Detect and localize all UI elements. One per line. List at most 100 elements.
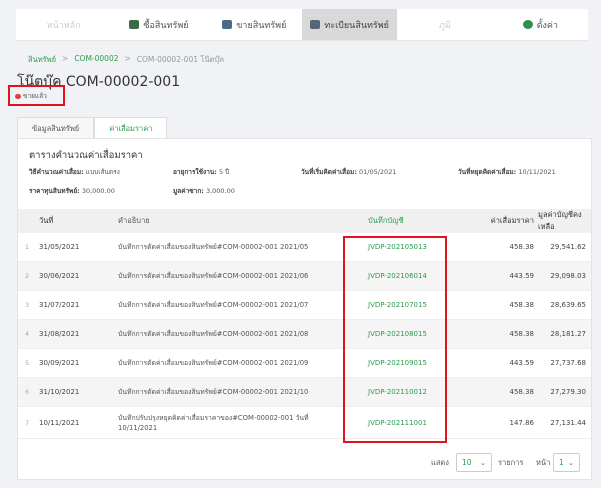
row-index: 5: [25, 359, 30, 367]
row-date: 30/09/2021: [39, 359, 80, 367]
table-row: 5 30/09/2021 บันทึกการตัดค่าเสื่อมของสิน…: [18, 349, 591, 378]
page-value: 1: [559, 458, 564, 467]
life-value: 5 ปี: [218, 168, 230, 176]
nav-settings[interactable]: ตั้งค่า: [493, 9, 588, 40]
method-label: วิธีคำนวณค่าเสื่อม:: [29, 168, 84, 176]
nav-asset-register[interactable]: ทะเบียนสินทรัพย์: [301, 9, 398, 40]
nav-faded-label: ภูมิ: [439, 20, 451, 31]
salvage-value: 3,000.00: [205, 187, 235, 195]
highlight-box-status: [8, 85, 65, 106]
row-date: 30/06/2021: [39, 272, 80, 280]
row-depreciation: 458.38: [509, 243, 535, 251]
row-description: บันทึกการตัดค่าเสื่อมของสินทรัพย์#COM-00…: [118, 243, 309, 251]
row-description: บันทึกการตัดค่าเสื่อมของสินทรัพย์#COM-00…: [118, 301, 309, 309]
breadcrumb-root[interactable]: สินทรัพย์: [28, 54, 56, 66]
row-book-value: 27,737.68: [550, 359, 586, 367]
nav-sell-label: ขายสินทรัพย์: [236, 20, 287, 31]
breadcrumb: สินทรัพย์ > COM-00002 > COM-00002-001 โน…: [28, 54, 224, 66]
row-index: 4: [25, 330, 30, 338]
cost-label: ราคาทุนสินทรัพย์:: [29, 187, 80, 195]
row-index: 7: [25, 418, 30, 427]
salvage-label: มูลค่าซาก:: [173, 187, 204, 195]
table-row: 3 31/07/2021 บันทึกการตัดค่าเสื่อมของสิน…: [18, 291, 591, 320]
row-book-value: 29,541.62: [550, 243, 586, 251]
cost-value: 30,000.00: [81, 187, 115, 195]
breadcrumb-parent[interactable]: COM-00002: [74, 54, 118, 66]
row-depreciation: 458.38: [509, 330, 535, 338]
row-date: 31/05/2021: [39, 243, 80, 251]
header-description: คำอธิบาย: [118, 216, 150, 225]
nav-home-label: หน้าหลัก: [46, 20, 81, 31]
row-depreciation: 443.59: [509, 272, 535, 280]
row-depreciation: 458.38: [509, 388, 535, 396]
info-salvage: มูลค่าซาก: 3,000.00: [173, 186, 235, 196]
page-select[interactable]: 1 ⌄: [553, 453, 580, 472]
info-start: วันที่เริ่มคิดค่าเสื่อม: 01/05/2021: [301, 167, 396, 177]
tab-asset-info[interactable]: ข้อมูลสินทรัพย์: [17, 117, 95, 139]
tab-depreciation[interactable]: ค่าเสื่อมราคา: [94, 117, 168, 139]
nav-sell-asset[interactable]: ขายสินทรัพย์: [207, 9, 302, 40]
nav-buy-label: ซื้อสินทรัพย์: [143, 20, 189, 31]
chevron-down-icon: ⌄: [480, 458, 486, 467]
tab-bar: ข้อมูลสินทรัพย์ ค่าเสื่อมราคา: [17, 117, 168, 139]
row-index: 3: [25, 301, 30, 309]
row-date: 10/11/2021: [39, 418, 80, 427]
items-label: รายการ: [498, 458, 524, 467]
nav-home[interactable]: หน้าหลัก: [16, 9, 111, 40]
settings-icon: [522, 20, 533, 29]
row-index: 6: [25, 388, 30, 396]
breadcrumb-separator: >: [124, 54, 131, 63]
depreciation-card: ตารางคำนวณค่าเสื่อมราคา วิธีคำนวณค่าเสื่…: [17, 138, 592, 480]
register-icon: [310, 20, 321, 29]
row-book-value: 27,131.44: [550, 418, 586, 427]
breadcrumb-separator: >: [62, 54, 69, 63]
sell-icon: [222, 20, 233, 29]
nav-settings-label: ตั้งค่า: [536, 20, 558, 31]
table-row: 4 31/08/2021 บันทึกการตัดค่าเสื่อมของสิน…: [18, 320, 591, 349]
start-label: วันที่เริ่มคิดค่าเสื่อม:: [301, 168, 357, 176]
page-size-value: 10: [462, 458, 472, 467]
stop-value: 10/11/2021: [518, 168, 556, 176]
table-row: 2 30/06/2021 บันทึกการตัดค่าเสื่อมของสิน…: [18, 262, 591, 291]
row-book-value: 29,098.03: [550, 272, 586, 280]
row-description: บันทึกปรับปรุงหยุดคิดค่าเสื่อมราคาของ#CO…: [118, 413, 309, 432]
row-date: 31/07/2021: [39, 301, 80, 309]
start-value: 01/05/2021: [359, 168, 397, 176]
info-stop: วันที่หยุดคิดค่าเสื่อม: 10/11/2021: [458, 167, 556, 177]
row-book-value: 28,181.27: [550, 330, 586, 338]
row-book-value: 27,279.30: [550, 388, 586, 396]
nav-buy-asset[interactable]: ซื้อสินทรัพย์: [111, 9, 206, 40]
header-date: วันที่: [39, 216, 54, 225]
row-index: 2: [25, 272, 30, 280]
nav-faded-item[interactable]: ภูมิ: [397, 9, 492, 40]
table-header: วันที่ คำอธิบาย บันทึกบัญชี ค่าเสื่อมราค…: [18, 209, 591, 233]
header-account: บันทึกบัญชี: [368, 216, 404, 225]
row-description: บันทึกการตัดค่าเสื่อมของสินทรัพย์#COM-00…: [118, 330, 309, 338]
header-book-value: มูลค่าบัญชีคงเหลือ: [538, 210, 582, 231]
info-life: อายุการใช้งาน: 5 ปี: [173, 167, 229, 177]
row-description: บันทึกการตัดค่าเสื่อมของสินทรัพย์#COM-00…: [118, 388, 309, 396]
top-nav: หน้าหลัก ซื้อสินทรัพย์ ขายสินทรัพย์ ทะเบ…: [16, 9, 588, 41]
row-depreciation: 147.86: [509, 418, 535, 427]
table-row: 1 31/05/2021 บันทึกการตัดค่าเสื่อมของสิน…: [18, 233, 591, 262]
page-label: หน้า: [536, 458, 551, 467]
page-size-label: แสดง: [431, 458, 449, 467]
row-depreciation: 443.59: [509, 359, 535, 367]
header-depreciation: ค่าเสื่อมราคา: [490, 216, 534, 225]
info-method: วิธีคำนวณค่าเสื่อม: แบบเส้นตรง: [29, 167, 120, 177]
row-date: 31/08/2021: [39, 330, 80, 338]
row-depreciation: 458.38: [509, 301, 535, 309]
info-cost: ราคาทุนสินทรัพย์: 30,000.00: [29, 186, 115, 196]
row-description: บันทึกการตัดค่าเสื่อมของสินทรัพย์#COM-00…: [118, 359, 309, 367]
row-description: บันทึกการตัดค่าเสื่อมของสินทรัพย์#COM-00…: [118, 272, 309, 280]
breadcrumb-current: COM-00002-001 โน๊ตบุ๊ค: [136, 55, 225, 64]
store-icon: [129, 20, 140, 29]
chevron-down-icon: ⌄: [568, 458, 574, 467]
table-row: 6 31/10/2021 บันทึกการตัดค่าเสื่อมของสิน…: [18, 378, 591, 407]
nav-register-label: ทะเบียนสินทรัพย์: [324, 20, 389, 31]
page-size-select[interactable]: 10 ⌄: [456, 453, 492, 472]
row-index: 1: [25, 243, 30, 251]
section-title: ตารางคำนวณค่าเสื่อมราคา: [29, 150, 143, 161]
life-label: อายุการใช้งาน:: [173, 168, 217, 176]
table-row: 7 10/11/2021 บันทึกปรับปรุงหยุดคิดค่าเสื…: [18, 407, 591, 439]
